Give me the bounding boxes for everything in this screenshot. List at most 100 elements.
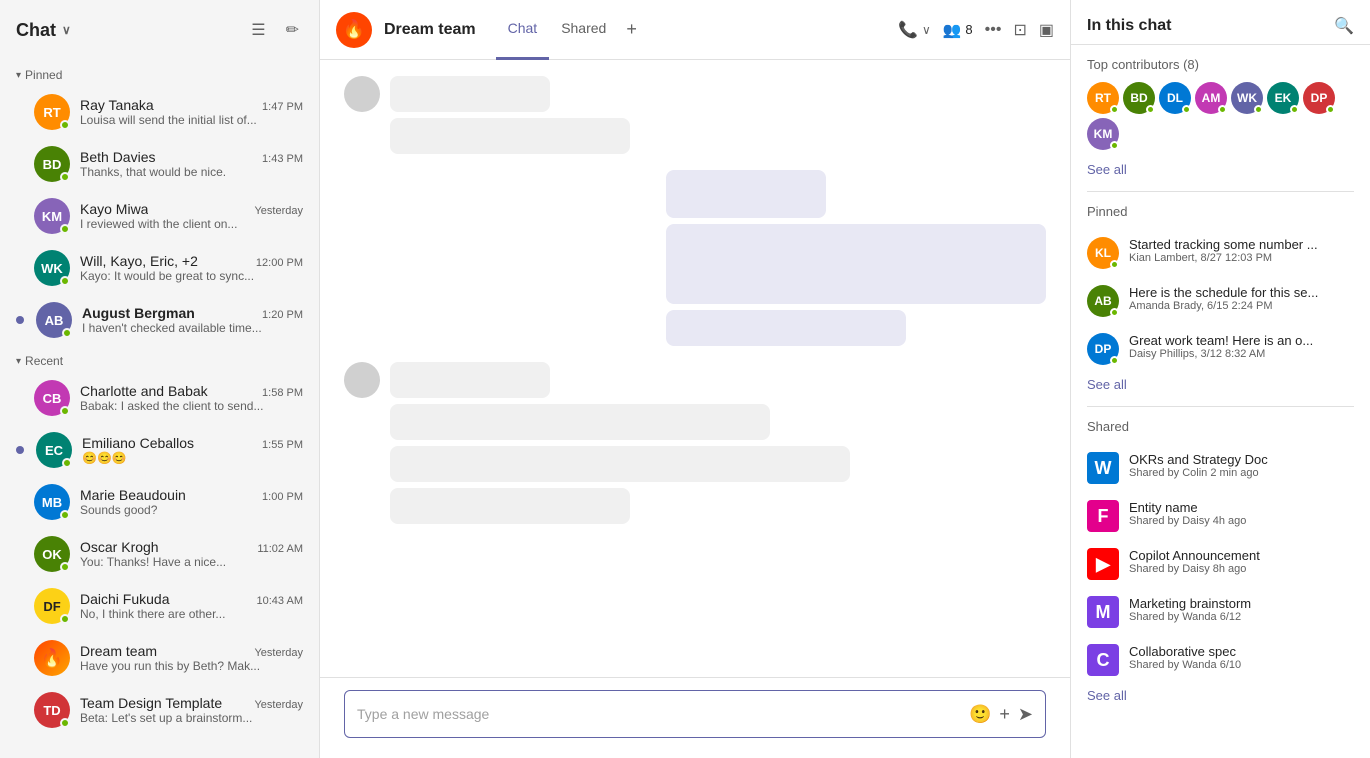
chat-name: August Bergman	[82, 305, 195, 321]
chat-item-kayo[interactable]: KM Kayo Miwa Yesterday I reviewed with t…	[0, 190, 319, 242]
shared-filemeta: Shared by Daisy 8h ago	[1129, 563, 1260, 575]
shared-filename: Collaborative spec	[1129, 644, 1241, 659]
rp-shared-item-3[interactable]: M Marketing brainstorm Shared by Wanda 6…	[1087, 588, 1354, 636]
file-icon: ▶	[1087, 548, 1119, 580]
pinned-text: Great work team! Here is an o... Daisy P…	[1129, 333, 1313, 360]
chat-item-charlotte[interactable]: CB Charlotte and Babak 1:58 PM Babak: I …	[0, 372, 319, 424]
chat-item-emiliano[interactable]: EC Emiliano Ceballos 1:55 PM 😊😊😊	[0, 424, 319, 476]
people-button[interactable]: 👥 8	[943, 21, 973, 39]
contributors-list: RT BD DL AM WK EK DP KM	[1087, 82, 1354, 150]
chat-item-beth[interactable]: BD Beth Davies 1:43 PM Thanks, that woul…	[0, 138, 319, 190]
shared-filemeta: Shared by Daisy 4h ago	[1129, 515, 1246, 527]
see-all-pinned[interactable]: See all	[1087, 377, 1127, 392]
view-toggle-button[interactable]: ⊡	[1013, 20, 1026, 40]
emoji-button[interactable]: 🙂	[969, 704, 991, 725]
header-right: 📞 ∨ 👥 8 ••• ⊡ ▣	[898, 20, 1054, 40]
rp-shared-item-2[interactable]: ▶ Copilot Announcement Shared by Daisy 8…	[1087, 540, 1354, 588]
chat-name: Dream team	[80, 643, 157, 659]
chat-time: 11:02 AM	[257, 543, 303, 555]
status-dot	[60, 510, 70, 520]
chat-time: Yesterday	[254, 647, 303, 659]
chat-item-ray[interactable]: RT Ray Tanaka 1:47 PM Louisa will send t…	[0, 86, 319, 138]
contributor-avatar-6: DP	[1303, 82, 1335, 114]
chat-preview: Beta: Let's set up a brainstorm...	[80, 711, 303, 725]
rp-pinned-item-2[interactable]: DP Great work team! Here is an o... Dais…	[1087, 325, 1354, 373]
compose-button[interactable]: ✏	[282, 16, 303, 44]
chat-time: 12:00 PM	[256, 257, 303, 269]
message-row-left-1	[344, 76, 1046, 154]
recent-section-label: ▾ Recent	[0, 346, 319, 372]
chat-item-dreamteam[interactable]: 🔥 Dream team Yesterday Have you run this…	[0, 632, 319, 684]
shared-filemeta: Shared by Colin 2 min ago	[1129, 467, 1268, 479]
message-input[interactable]	[357, 706, 961, 722]
contributor-avatar-4: WK	[1231, 82, 1263, 114]
contrib-status	[1326, 105, 1335, 114]
main-area: 🔥 Dream team Chat Shared + 📞 ∨ 👥 8 ••• ⊡…	[320, 0, 1070, 758]
pinned-label: Pinned	[1087, 204, 1354, 219]
tab-shared[interactable]: Shared	[549, 0, 618, 60]
filter-button[interactable]: ☰	[247, 16, 269, 44]
chat-info-charlotte: Charlotte and Babak 1:58 PM Babak: I ask…	[80, 383, 303, 413]
rp-shared-item-1[interactable]: F Entity name Shared by Daisy 4h ago	[1087, 492, 1354, 540]
tab-add-button[interactable]: +	[618, 0, 645, 60]
msg-bubbles-right	[666, 170, 1046, 346]
chat-top: August Bergman 1:20 PM	[82, 305, 303, 321]
sidebar: Chat ∨ ☰ ✏ ▾ Pinned RT Ray Tanaka 1:47 P…	[0, 0, 320, 758]
status-dot	[60, 562, 70, 572]
msg-avatar-1	[344, 76, 380, 112]
msg-bubbles-1	[390, 76, 630, 154]
chat-top: Daichi Fukuda 10:43 AM	[80, 591, 303, 607]
status-dot	[60, 406, 70, 416]
attach-button[interactable]: +	[999, 704, 1010, 725]
chat-preview: Have you run this by Beth? Mak...	[80, 659, 303, 673]
avatar-marie: MB	[34, 484, 70, 520]
message-input-box[interactable]: 🙂 + ➤	[344, 690, 1046, 738]
contrib-status	[1146, 105, 1155, 114]
chat-name: Oscar Krogh	[80, 539, 159, 555]
chat-top: Dream team Yesterday	[80, 643, 303, 659]
chat-item-daichi[interactable]: DF Daichi Fukuda 10:43 AM No, I think th…	[0, 580, 319, 632]
chat-info-teamdesign: Team Design Template Yesterday Beta: Let…	[80, 695, 303, 725]
chat-name: Marie Beaudouin	[80, 487, 186, 503]
chat-item-august[interactable]: AB August Bergman 1:20 PM I haven't chec…	[0, 294, 319, 346]
send-button[interactable]: ➤	[1018, 704, 1033, 725]
see-all-contributors[interactable]: See all	[1087, 162, 1127, 177]
chat-top: Beth Davies 1:43 PM	[80, 149, 303, 165]
chat-item-will[interactable]: WK Will, Kayo, Eric, +2 12:00 PM Kayo: I…	[0, 242, 319, 294]
rp-shared-list: W OKRs and Strategy Doc Shared by Colin …	[1087, 444, 1354, 684]
chat-title-chevron[interactable]: ∨	[62, 23, 71, 37]
chat-item-teamdesign[interactable]: TD Team Design Template Yesterday Beta: …	[0, 684, 319, 736]
avatar-beth: BD	[34, 146, 70, 182]
chat-time: 1:00 PM	[262, 491, 303, 503]
chat-time: 1:20 PM	[262, 309, 303, 321]
sidebar-toggle-button[interactable]: ▣	[1039, 20, 1054, 40]
contributor-avatar-0: RT	[1087, 82, 1119, 114]
more-options-button[interactable]: •••	[985, 21, 1002, 39]
chat-name: Kayo Miwa	[80, 201, 148, 217]
contrib-status	[1110, 105, 1119, 114]
chat-preview: Babak: I asked the client to send...	[80, 399, 303, 413]
rp-pinned-item-0[interactable]: KL Started tracking some number ... Kian…	[1087, 229, 1354, 277]
chat-item-oscar[interactable]: OK Oscar Krogh 11:02 AM You: Thanks! Hav…	[0, 528, 319, 580]
messages-area	[320, 60, 1070, 677]
shared-filemeta: Shared by Wanda 6/12	[1129, 611, 1251, 623]
rp-pinned-item-1[interactable]: AB Here is the schedule for this se... A…	[1087, 277, 1354, 325]
see-all-shared[interactable]: See all	[1087, 688, 1127, 703]
rp-shared-item-4[interactable]: C Collaborative spec Shared by Wanda 6/1…	[1087, 636, 1354, 684]
call-button[interactable]: 📞 ∨	[898, 20, 931, 40]
avatar-text: OK	[42, 547, 62, 562]
shared-text: Collaborative spec Shared by Wanda 6/10	[1129, 644, 1241, 671]
avatar-daichi: DF	[34, 588, 70, 624]
avatar-kayo: KM	[34, 198, 70, 234]
rp-search-button[interactable]: 🔍	[1334, 16, 1354, 36]
rp-shared-item-0[interactable]: W OKRs and Strategy Doc Shared by Colin …	[1087, 444, 1354, 492]
pinned-section: Pinned KL Started tracking some number .…	[1071, 192, 1370, 406]
tab-chat[interactable]: Chat	[496, 0, 550, 60]
shared-filename: Copilot Announcement	[1129, 548, 1260, 563]
chat-item-marie[interactable]: MB Marie Beaudouin 1:00 PM Sounds good?	[0, 476, 319, 528]
recent-list: CB Charlotte and Babak 1:58 PM Babak: I …	[0, 372, 319, 736]
pinned-name: Here is the schedule for this se...	[1129, 285, 1318, 300]
chat-preview: No, I think there are other...	[80, 607, 303, 621]
status-dot	[60, 614, 70, 624]
chat-top: Charlotte and Babak 1:58 PM	[80, 383, 303, 399]
